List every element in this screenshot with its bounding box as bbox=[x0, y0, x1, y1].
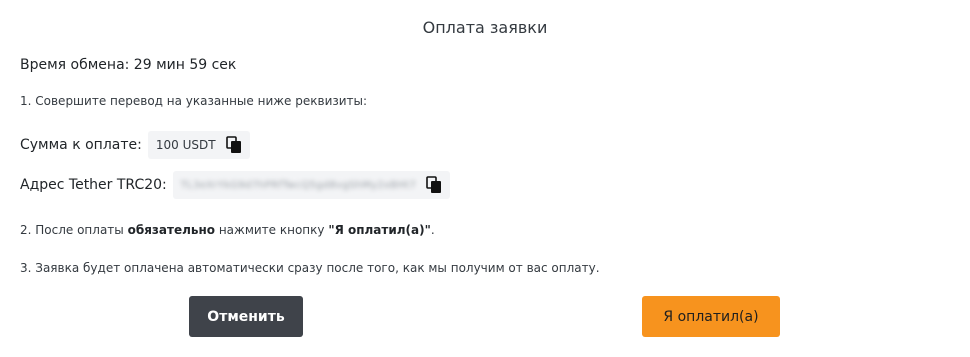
instruction-step-1: 1. Совершите перевод на указанные ниже р… bbox=[20, 94, 368, 108]
modal-title: Оплата заявки bbox=[422, 18, 548, 37]
step2-button-ref: "Я оплатил(а)" bbox=[328, 223, 431, 237]
paid-button[interactable]: Я оплатил(а) bbox=[642, 296, 780, 337]
address-value[interactable]: TL3eXrYkG9d7hPRfTwcQ5gd8vgShMy2xBHt7 bbox=[181, 180, 416, 191]
payment-modal: Оплата заявки Время обмена: 29 мин 59 се… bbox=[0, 0, 970, 357]
instruction-step-2: 2. После оплаты обязательно нажмите кноп… bbox=[20, 223, 435, 237]
copy-icon[interactable] bbox=[426, 176, 442, 194]
exchange-timer: Время обмена: 29 мин 59 сек bbox=[20, 57, 237, 73]
amount-label: Сумма к оплате: bbox=[20, 137, 142, 153]
step2-suffix: . bbox=[430, 223, 435, 237]
instruction-step-3: 3. Заявка будет оплачена автоматически с… bbox=[20, 261, 600, 275]
address-label: Адрес Tether TRC20: bbox=[20, 177, 167, 193]
amount-value-box: 100 USDT bbox=[147, 131, 250, 159]
cancel-button[interactable]: Отменить bbox=[189, 296, 303, 337]
amount-value: 100 USDT bbox=[155, 138, 216, 152]
amount-row: Сумма к оплате: 100 USDT bbox=[20, 131, 250, 159]
step2-middle: нажмите кнопку bbox=[215, 223, 329, 237]
address-value-box: TL3eXrYkG9d7hPRfTwcQ5gd8vgShMy2xBHt7 bbox=[172, 171, 451, 199]
address-row: Адрес Tether TRC20: TL3eXrYkG9d7hPRfTwcQ… bbox=[20, 171, 451, 199]
step2-prefix: 2. После оплаты bbox=[20, 223, 128, 237]
copy-icon[interactable] bbox=[225, 136, 242, 154]
step2-emphasis: обязательно bbox=[127, 223, 215, 237]
